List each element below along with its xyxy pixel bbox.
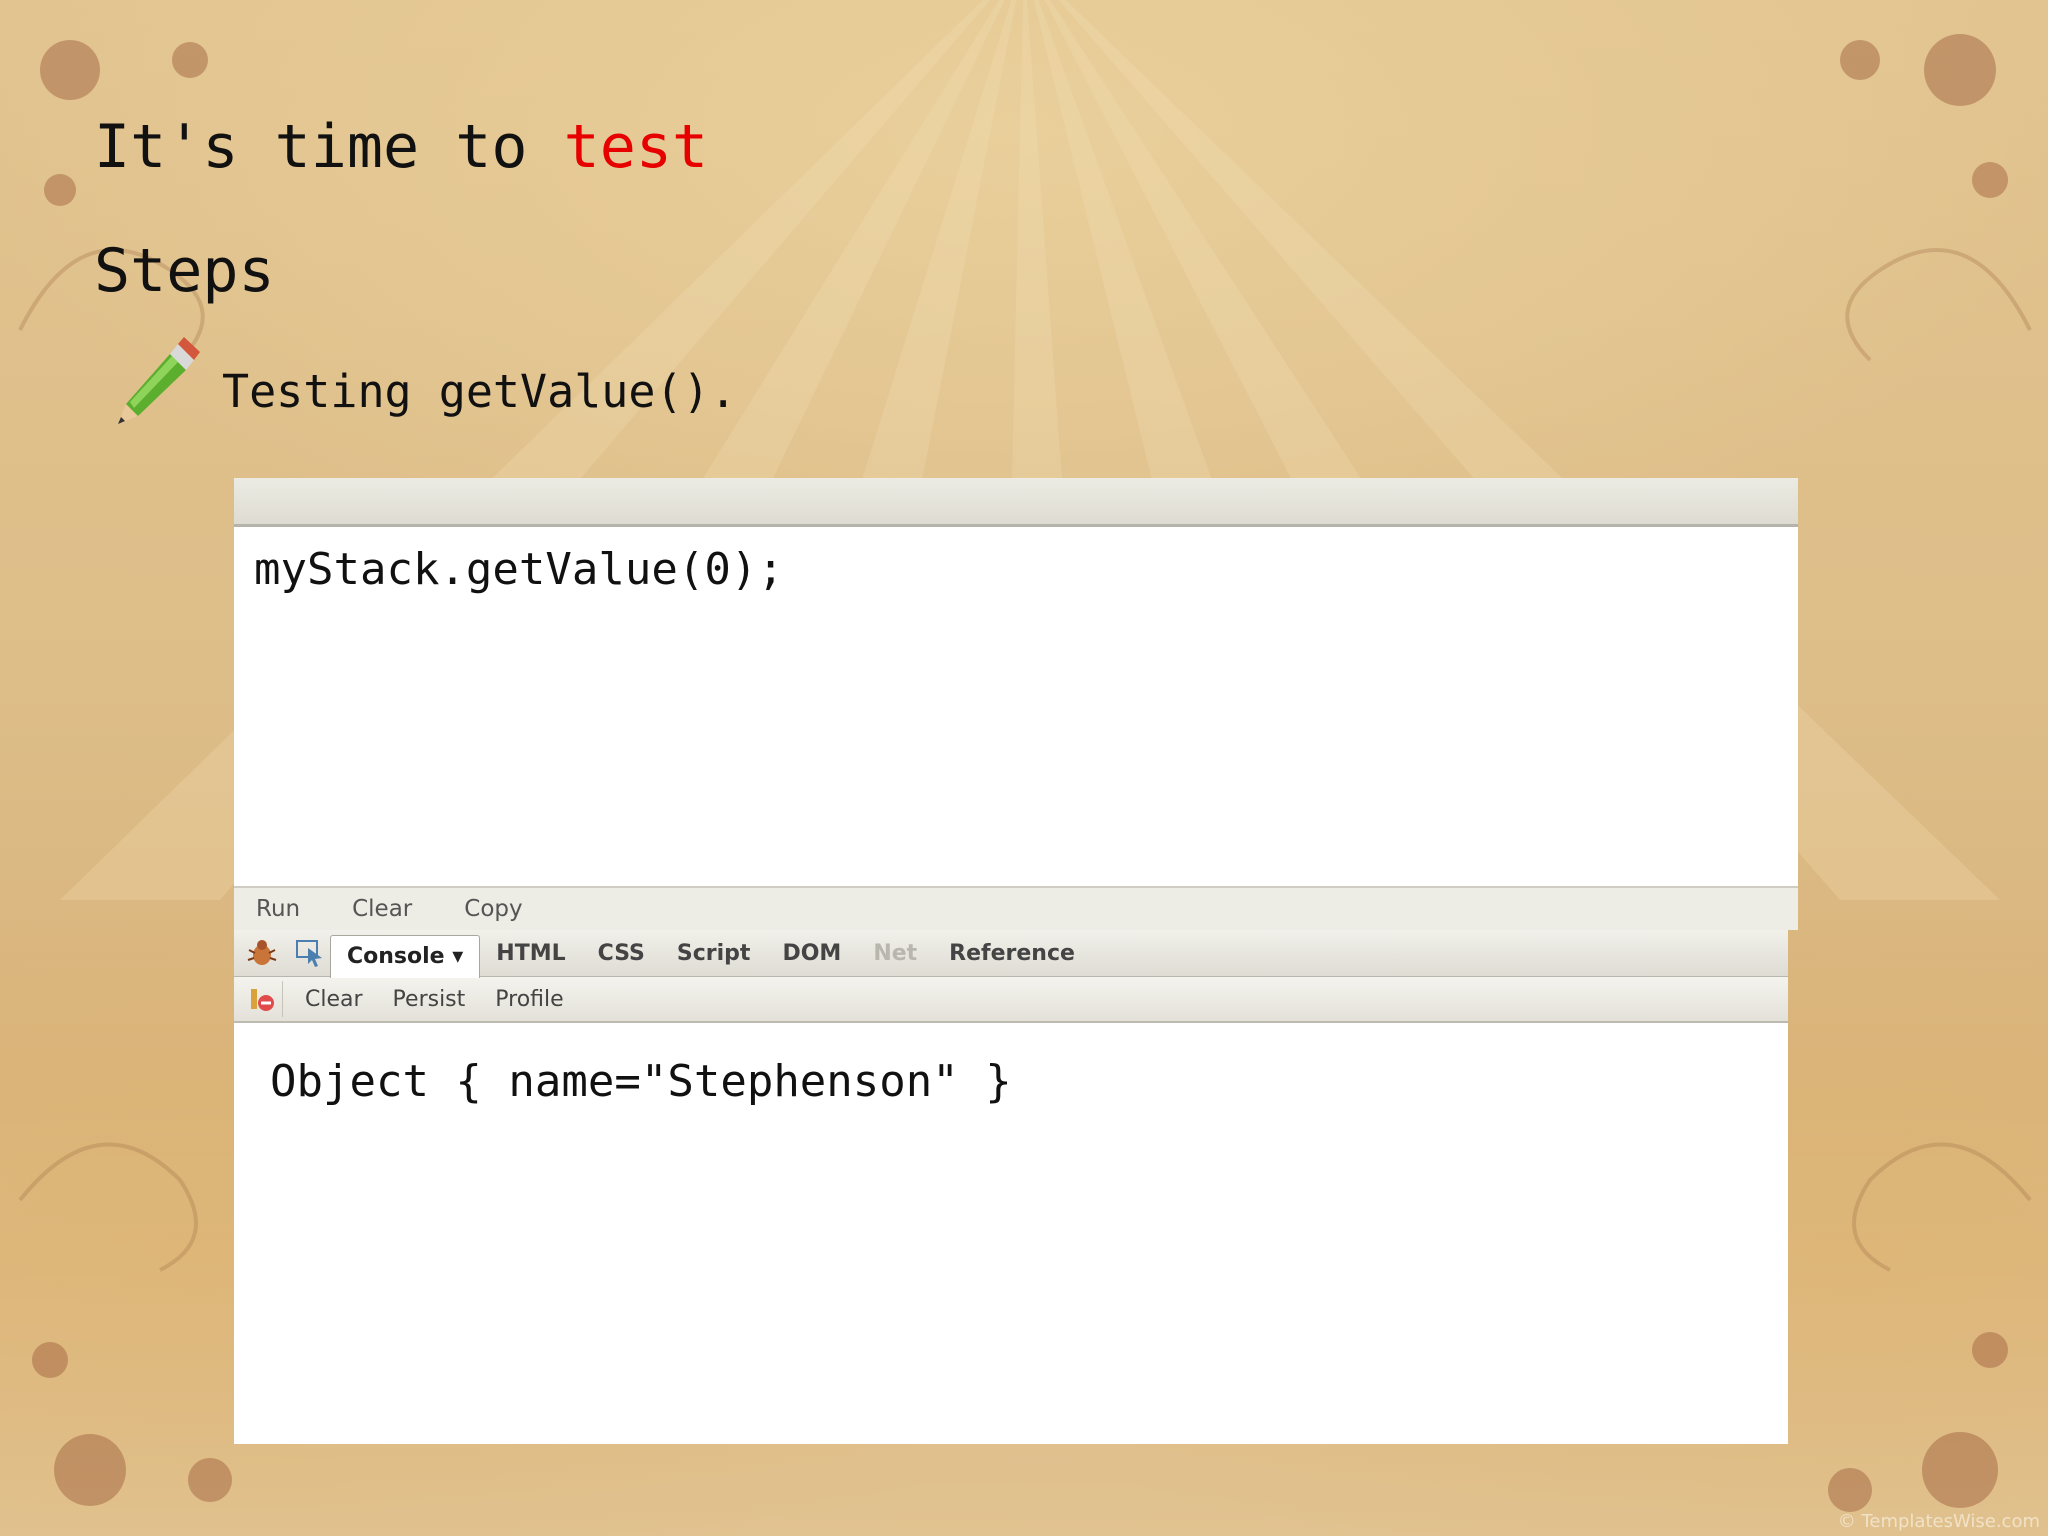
title-highlight: test bbox=[563, 112, 709, 182]
inspect-icon[interactable] bbox=[290, 935, 330, 971]
tab-reference[interactable]: Reference bbox=[933, 941, 1091, 966]
tab-html[interactable]: HTML bbox=[480, 941, 581, 966]
tab-net[interactable]: Net bbox=[857, 941, 933, 966]
slide-title: It's time to test bbox=[94, 112, 708, 182]
command-editor: myStack.getValue(0); Run Clear Copy bbox=[234, 478, 1798, 930]
firebug-panel: Console ▾ HTML CSS Script DOM Net Refere… bbox=[234, 930, 1788, 1444]
pencil-bullet-icon bbox=[118, 337, 200, 424]
console-profile-button[interactable]: Profile bbox=[495, 987, 563, 1012]
tab-script[interactable]: Script bbox=[661, 941, 767, 966]
tab-dom[interactable]: DOM bbox=[766, 941, 857, 966]
steps-heading: Steps bbox=[94, 236, 275, 306]
clear-console-icon[interactable] bbox=[242, 981, 283, 1017]
editor-button-bar: Run Clear Copy bbox=[234, 886, 1798, 930]
code-input[interactable]: myStack.getValue(0); bbox=[254, 544, 784, 595]
run-button[interactable]: Run bbox=[256, 896, 300, 922]
tab-console[interactable]: Console ▾ bbox=[330, 934, 481, 978]
bullet-text: Testing getValue(). bbox=[222, 365, 737, 418]
tab-css[interactable]: CSS bbox=[582, 941, 661, 966]
firebug-tab-bar: Console ▾ HTML CSS Script DOM Net Refere… bbox=[234, 930, 1788, 978]
console-clear-button[interactable]: Clear bbox=[305, 987, 363, 1012]
watermark: © TemplatesWise.com bbox=[1837, 1511, 2040, 1532]
editor-title-bar bbox=[234, 478, 1798, 527]
copy-button[interactable]: Copy bbox=[464, 896, 522, 922]
console-output: Object { name="Stephenson" } bbox=[270, 1056, 1012, 1107]
title-prefix: It's time to bbox=[94, 112, 564, 182]
console-toolbar: Clear Persist Profile bbox=[234, 977, 1788, 1023]
console-persist-button[interactable]: Persist bbox=[393, 987, 466, 1012]
clear-editor-button[interactable]: Clear bbox=[352, 896, 412, 922]
firebug-icon[interactable] bbox=[242, 935, 282, 971]
